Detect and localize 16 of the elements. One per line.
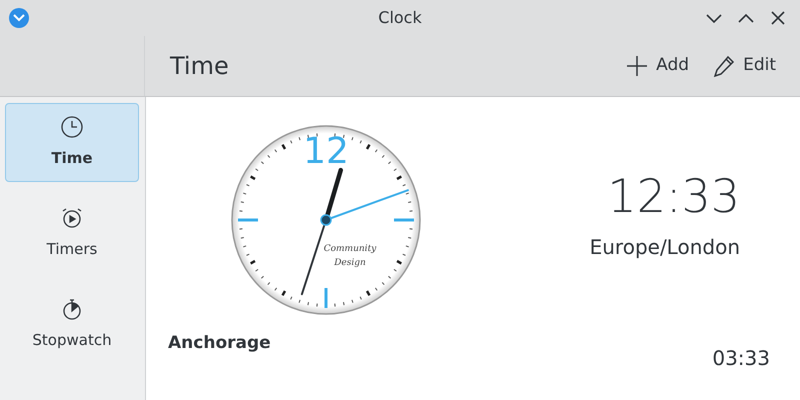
page-title: Time	[170, 51, 229, 82]
add-button[interactable]: Add	[622, 53, 694, 79]
digital-time: 12:33	[607, 168, 740, 226]
sidebar-item[interactable]: Stopwatch	[5, 285, 139, 364]
pencil-icon	[713, 55, 736, 77]
app-icon[interactable]	[8, 7, 30, 29]
city-name: Anchorage	[168, 332, 271, 355]
alarm-play-icon	[60, 206, 84, 230]
window-title: Clock	[378, 7, 422, 29]
timezone-label: Europe/London	[590, 234, 740, 261]
plus-icon	[626, 55, 648, 77]
sidebar-item[interactable]: Time	[5, 103, 139, 182]
sidebar-item[interactable]: Timers	[5, 194, 139, 273]
city-time: 03:33	[712, 345, 770, 372]
clock-icon	[60, 115, 84, 140]
edit-button[interactable]: Edit	[709, 53, 780, 79]
